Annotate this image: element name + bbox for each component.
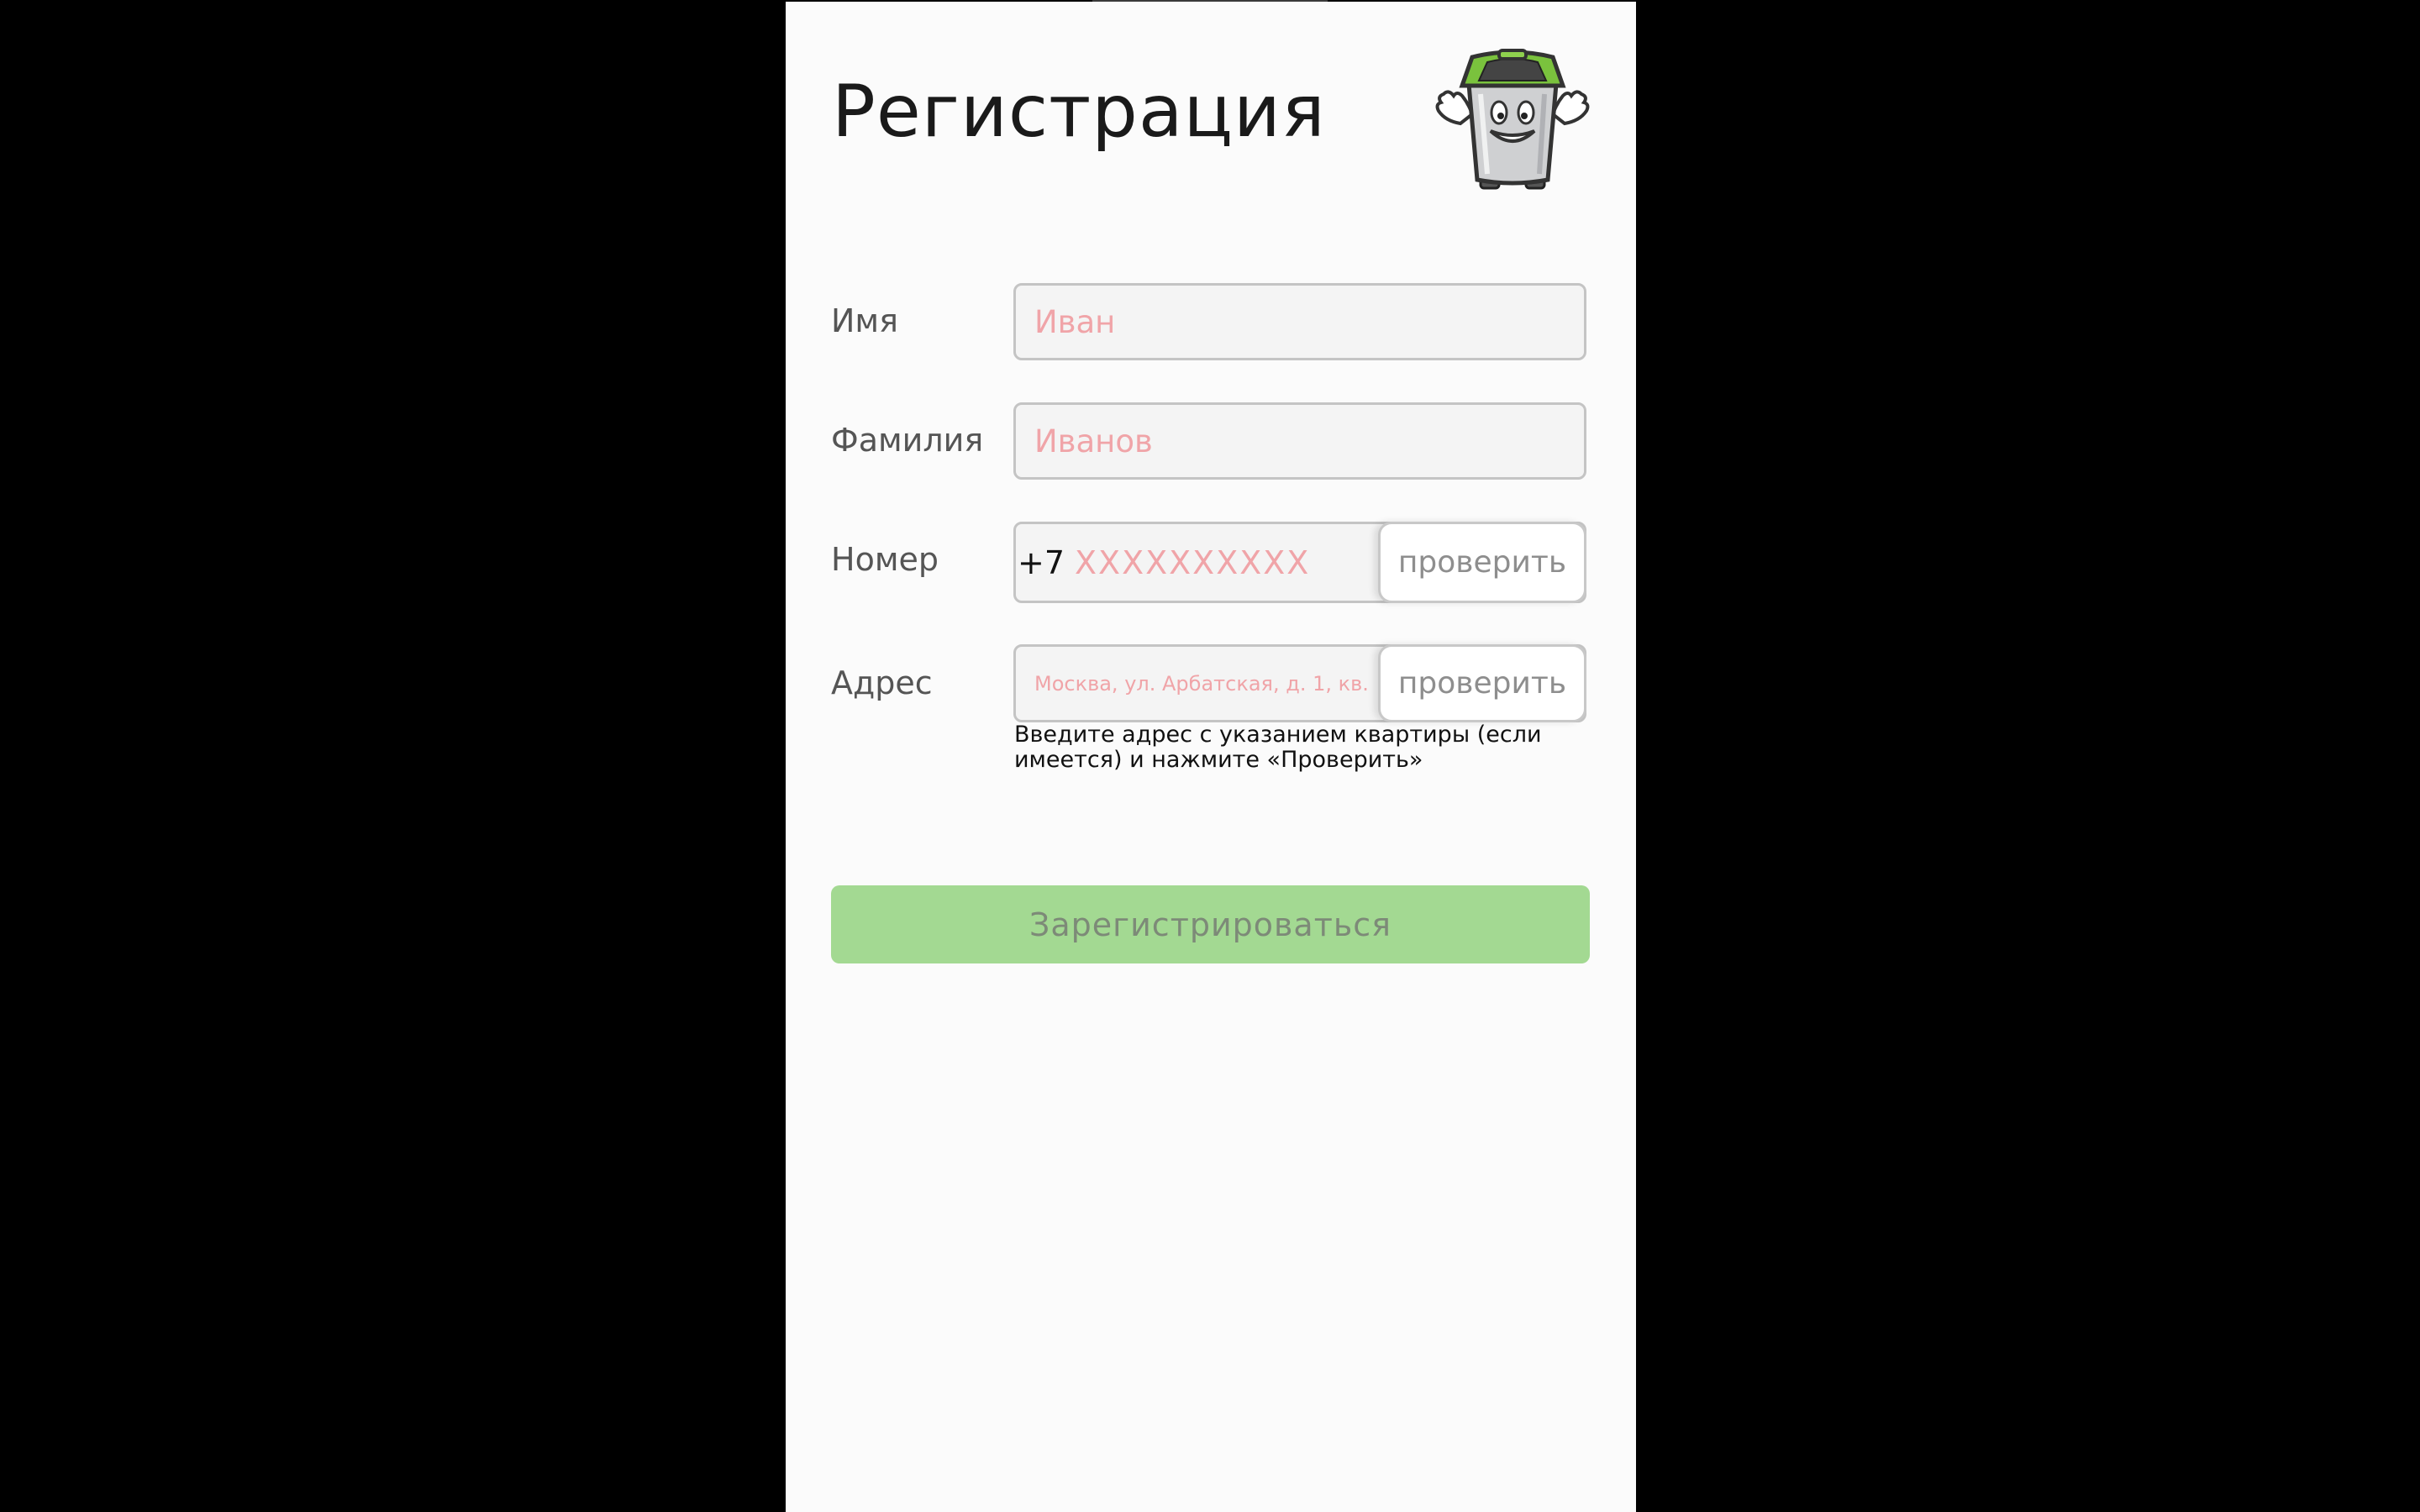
register-button[interactable]: Зарегистрироваться [831, 885, 1590, 963]
screen-stage: Регистрация Имя Иван Фамилия Иванов Номе… [0, 0, 2420, 1512]
phone-field[interactable]: +7 проверить [1013, 522, 1586, 603]
last-name-label: Фамилия [831, 422, 984, 459]
first-name-field[interactable] [1013, 283, 1586, 360]
last-name-field[interactable] [1013, 402, 1586, 480]
address-check-button[interactable]: проверить [1378, 644, 1586, 722]
address-input[interactable] [1034, 647, 1370, 720]
first-name-label: Имя [831, 302, 898, 339]
phone-prefix: +7 [1018, 543, 1065, 581]
trash-bin-mascot-icon [1428, 44, 1597, 195]
mascot-left-hand [1435, 90, 1475, 126]
first-name-input[interactable] [1034, 286, 1565, 358]
phone-check-button[interactable]: проверить [1378, 522, 1586, 603]
phone-label: Номер [831, 541, 939, 578]
mascot-right-hand [1550, 90, 1590, 126]
last-name-input[interactable] [1034, 405, 1565, 477]
address-hint: Введите адрес с указанием квартиры (если… [1014, 722, 1542, 773]
page-title: Регистрация [832, 70, 1326, 154]
registration-screen: Регистрация Имя Иван Фамилия Иванов Номе… [786, 2, 1636, 1512]
address-label: Адрес [831, 664, 933, 701]
phone-input[interactable] [1075, 524, 1394, 601]
address-field[interactable]: проверить [1013, 644, 1586, 722]
